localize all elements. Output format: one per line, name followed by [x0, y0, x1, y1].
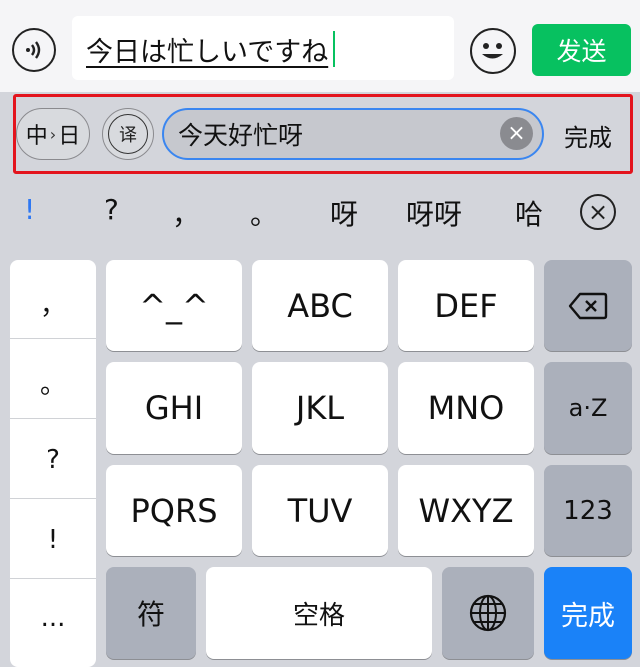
space-key[interactable]: 空格 — [206, 567, 432, 659]
candidate-item[interactable]: ， — [172, 193, 200, 233]
globe-icon — [469, 594, 507, 632]
globe-key[interactable] — [442, 567, 534, 659]
key-abc[interactable]: ABC — [252, 260, 388, 351]
candidate-item[interactable]: ! — [24, 193, 35, 226]
divider — [10, 498, 96, 499]
case-toggle-key[interactable]: a·Z — [544, 362, 632, 454]
key-label: WXYZ — [418, 491, 514, 530]
key-mno[interactable]: MNO — [398, 362, 534, 454]
key-wxyz[interactable]: WXYZ — [398, 465, 534, 556]
backspace-icon — [568, 292, 608, 319]
key-label: JKL — [295, 389, 345, 427]
keyboard-done-button[interactable]: 完成 — [544, 567, 632, 659]
punctuation-key[interactable]: ! — [10, 500, 96, 580]
key-label: PQRS — [130, 491, 218, 530]
punctuation-key[interactable]: ， — [10, 263, 96, 343]
backspace-key[interactable] — [544, 260, 632, 351]
emoji-icon[interactable] — [470, 28, 516, 74]
key-pqrs[interactable]: PQRS — [106, 465, 242, 556]
key-ghi[interactable]: GHI — [106, 362, 242, 454]
key-label: MNO — [427, 389, 505, 427]
text-caret — [333, 31, 335, 67]
message-text: 今日は忙しいですね — [86, 37, 329, 68]
candidate-item[interactable]: ? — [104, 193, 119, 226]
send-button[interactable]: 发送 — [532, 24, 631, 76]
key-label: ABC — [287, 286, 353, 325]
key-tuv[interactable]: TUV — [252, 465, 388, 556]
close-icon[interactable]: × — [580, 194, 616, 230]
key-emoticon[interactable]: ^_^ — [106, 260, 242, 351]
punctuation-key[interactable]: ... — [10, 578, 96, 658]
key-def[interactable]: DEF — [398, 260, 534, 351]
key-label: TUV — [287, 491, 353, 530]
key-label: DEF — [434, 286, 498, 325]
key-jkl[interactable]: JKL — [252, 362, 388, 454]
candidate-item[interactable]: 呀呀 — [406, 193, 462, 233]
key-label: ^_^ — [139, 286, 209, 325]
voice-icon[interactable] — [12, 28, 56, 72]
numbers-key[interactable]: 123 — [544, 465, 632, 556]
symbols-key[interactable]: 符 — [106, 567, 196, 659]
divider — [10, 418, 96, 419]
punctuation-key[interactable]: 。 — [10, 342, 96, 422]
candidate-item[interactable]: 呀 — [330, 193, 358, 233]
divider — [10, 338, 96, 339]
punctuation-key[interactable]: ? — [10, 420, 96, 500]
highlight-frame — [13, 94, 633, 174]
candidate-item[interactable]: 。 — [250, 193, 278, 233]
candidate-item[interactable]: 哈 — [515, 193, 543, 233]
key-label: GHI — [144, 389, 204, 427]
